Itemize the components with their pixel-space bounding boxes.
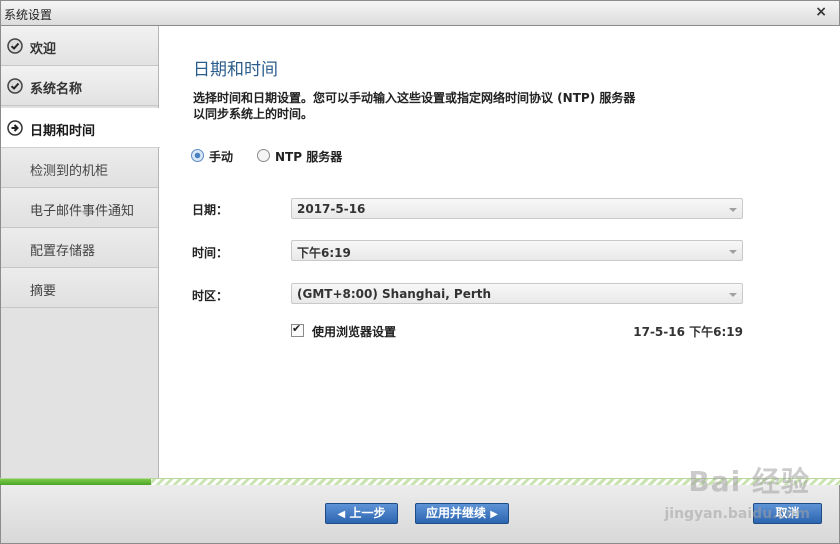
apply-button-label: 应用并继续 xyxy=(426,506,487,520)
check-circle-icon xyxy=(7,38,23,54)
time-select[interactable]: 下午6:19 xyxy=(291,240,743,261)
browser-time-readout: 17-5-16 下午6:19 xyxy=(633,325,743,339)
time-value: 下午6:19 xyxy=(297,246,351,260)
sidebar-item-label: 日期和时间 xyxy=(30,124,96,139)
timezone-select[interactable]: (GMT+8:00) Shanghai, Perth xyxy=(291,283,743,304)
sidebar-item-label: 检测到的机柜 xyxy=(30,164,109,179)
timezone-label: 时区： xyxy=(192,289,229,303)
sidebar-item-detected-enclosures[interactable]: 检测到的机柜 xyxy=(1,148,158,188)
close-icon[interactable]: × xyxy=(815,4,827,20)
baidu-watermark: Bai 经验 jingyan.baidu.com xyxy=(664,460,810,522)
arrow-circle-right-icon xyxy=(7,120,23,136)
ntp-radio[interactable] xyxy=(257,149,270,162)
date-select[interactable]: 2017-5-16 xyxy=(291,198,743,219)
ntp-radio-label[interactable]: NTP 服务器 xyxy=(275,148,342,165)
timezone-value: (GMT+8:00) Shanghai, Perth xyxy=(297,287,492,301)
sidebar-item-welcome[interactable]: 欢迎 xyxy=(1,26,158,66)
sidebar-item-label: 配置存储器 xyxy=(30,244,96,259)
sidebar-item-label: 欢迎 xyxy=(30,42,57,57)
checkmark-icon: ✔ xyxy=(292,322,302,335)
sidebar-item-label: 摘要 xyxy=(30,284,57,299)
wizard-steps-sidebar: 欢迎 系统名称 日期和时间 检测到的机柜 电子邮件事件通知 配置存储器 摘要 xyxy=(0,26,160,478)
apply-continue-button[interactable]: 应用并继续 ▶ xyxy=(415,503,509,524)
arrow-left-icon: ◀ xyxy=(337,509,346,520)
use-browser-label[interactable]: 使用浏览器设置 xyxy=(312,323,396,340)
watermark-site: jingyan.baidu.com xyxy=(664,506,810,522)
sidebar-item-date-time[interactable]: 日期和时间 xyxy=(1,108,160,148)
sidebar-item-system-name[interactable]: 系统名称 xyxy=(1,66,158,106)
main-panel: 日期和时间 选择时间和日期设置。您可以手动输入这些设置或指定网络时间协议 (NT… xyxy=(160,26,840,478)
manual-radio[interactable] xyxy=(191,149,204,162)
back-button[interactable]: ◀ 上一步 xyxy=(325,503,398,524)
sidebar-item-email-notification[interactable]: 电子邮件事件通知 xyxy=(1,188,158,228)
window-titlebar: 系统设置 × xyxy=(0,0,840,26)
date-label: 日期： xyxy=(192,203,229,217)
manual-radio-label[interactable]: 手动 xyxy=(209,148,233,165)
sidebar-item-configure-storage[interactable]: 配置存储器 xyxy=(1,228,158,268)
page-description: 选择时间和日期设置。您可以手动输入这些设置或指定网络时间协议 (NTP) 服务器… xyxy=(193,90,713,122)
watermark-brand: Bai 经验 xyxy=(688,465,810,498)
chevron-down-icon xyxy=(729,208,737,212)
description-line: 以同步系统上的时间。 xyxy=(193,107,314,121)
description-line: 选择时间和日期设置。您可以手动输入这些设置或指定网络时间协议 (NTP) 服务器 xyxy=(193,91,636,105)
sidebar-item-label: 系统名称 xyxy=(30,82,83,97)
chevron-down-icon xyxy=(729,250,737,254)
back-button-label: 上一步 xyxy=(349,506,386,520)
sidebar-item-label: 电子邮件事件通知 xyxy=(30,204,135,219)
sidebar-filler xyxy=(1,308,158,478)
date-value: 2017-5-16 xyxy=(297,202,366,216)
use-browser-checkbox[interactable]: ✔ xyxy=(291,322,304,337)
check-circle-icon xyxy=(7,78,23,94)
page-title: 日期和时间 xyxy=(193,60,278,80)
time-label: 时间： xyxy=(192,246,229,260)
arrow-right-icon: ▶ xyxy=(490,509,498,520)
sidebar-item-summary[interactable]: 摘要 xyxy=(1,268,158,308)
chevron-down-icon xyxy=(729,293,737,297)
window-title: 系统设置 xyxy=(4,8,53,22)
